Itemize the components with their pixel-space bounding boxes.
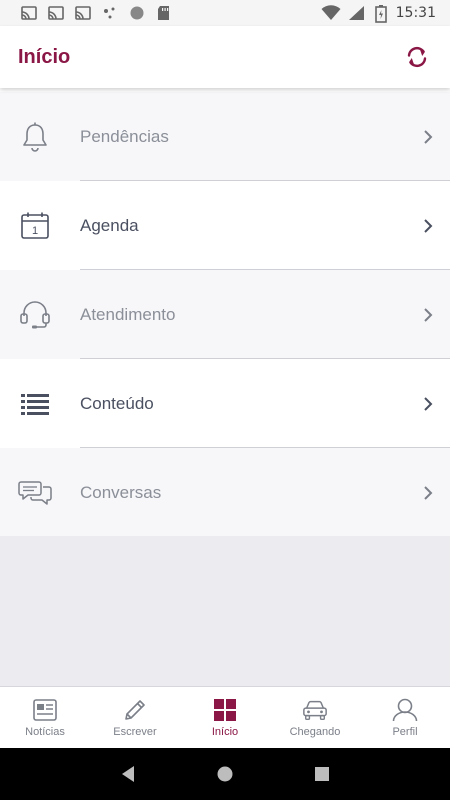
wifi-icon [321, 5, 341, 21]
refresh-button[interactable] [404, 44, 430, 70]
headset-icon [20, 300, 50, 328]
circle-icon [128, 5, 146, 21]
nav-label: Perfil [392, 725, 418, 738]
cast-icon [20, 5, 38, 21]
status-time: 15:31 [395, 5, 436, 21]
menu-item-agenda[interactable]: 1 Agenda [0, 181, 450, 270]
chevron-right-icon [424, 396, 433, 411]
dots-icon [101, 5, 119, 21]
app-header: Início [0, 26, 450, 88]
nav-label: Início [211, 725, 239, 738]
menu-item-conteudo[interactable]: Conteúdo [0, 359, 450, 448]
chevron-right-icon [424, 485, 433, 500]
nav-label: Escrever [113, 725, 157, 738]
grid-icon [214, 698, 236, 721]
recents-square-icon [314, 767, 329, 781]
status-bar: 15:31 [0, 0, 450, 26]
refresh-icon [407, 46, 427, 68]
home-circle-icon [217, 766, 233, 782]
empty-area [0, 536, 450, 686]
menu-item-label: Conversas [80, 482, 162, 502]
nav-label: Notícias [25, 725, 65, 738]
bell-icon [23, 122, 47, 152]
menu-item-label: Conteúdo [80, 393, 154, 413]
car-icon [303, 700, 327, 720]
signal-icon [348, 5, 366, 21]
menu-item-atendimento[interactable]: Atendimento [0, 270, 450, 359]
home-button[interactable] [213, 762, 237, 786]
back-button[interactable] [116, 762, 140, 786]
sdcard-icon [155, 5, 173, 21]
status-right-icons: 15:31 [321, 5, 436, 23]
chevron-right-icon [424, 218, 433, 233]
battery-icon [374, 5, 387, 23]
pencil-icon [125, 699, 145, 720]
nav-item-escrever[interactable]: Escrever [90, 687, 180, 748]
page-title: Início [18, 45, 71, 68]
menu-item-pendencias[interactable]: Pendências [0, 92, 450, 181]
menu-item-label: Atendimento [80, 304, 176, 324]
chat-icon [18, 480, 52, 505]
system-nav-bar [0, 748, 450, 800]
user-icon [392, 698, 418, 721]
status-left-icons [20, 5, 173, 21]
nav-label: Chegando [289, 725, 341, 738]
nav-item-perfil[interactable]: Perfil [360, 687, 450, 748]
newspaper-icon [33, 698, 57, 721]
nav-item-inicio[interactable]: Início [180, 687, 270, 748]
cast-icon [74, 5, 92, 21]
cast-icon [47, 5, 65, 21]
menu-item-label: Pendências [80, 126, 169, 146]
nav-item-noticias[interactable]: Notícias [0, 687, 90, 748]
list-icon [21, 393, 49, 415]
calendar-day: 1 [32, 225, 38, 237]
back-triangle-icon [122, 766, 135, 782]
home-menu: Pendências 1 Agenda Atendimento Conteúdo… [0, 92, 450, 537]
menu-item-label: Agenda [80, 215, 139, 235]
bottom-nav: Notícias Escrever Início Chegando Perfil [0, 686, 450, 748]
recents-button[interactable] [310, 762, 334, 786]
nav-item-chegando[interactable]: Chegando [270, 687, 360, 748]
chevron-right-icon [424, 129, 433, 144]
menu-item-conversas[interactable]: Conversas [0, 448, 450, 537]
chevron-right-icon [424, 307, 433, 322]
calendar-icon: 1 [21, 212, 49, 239]
